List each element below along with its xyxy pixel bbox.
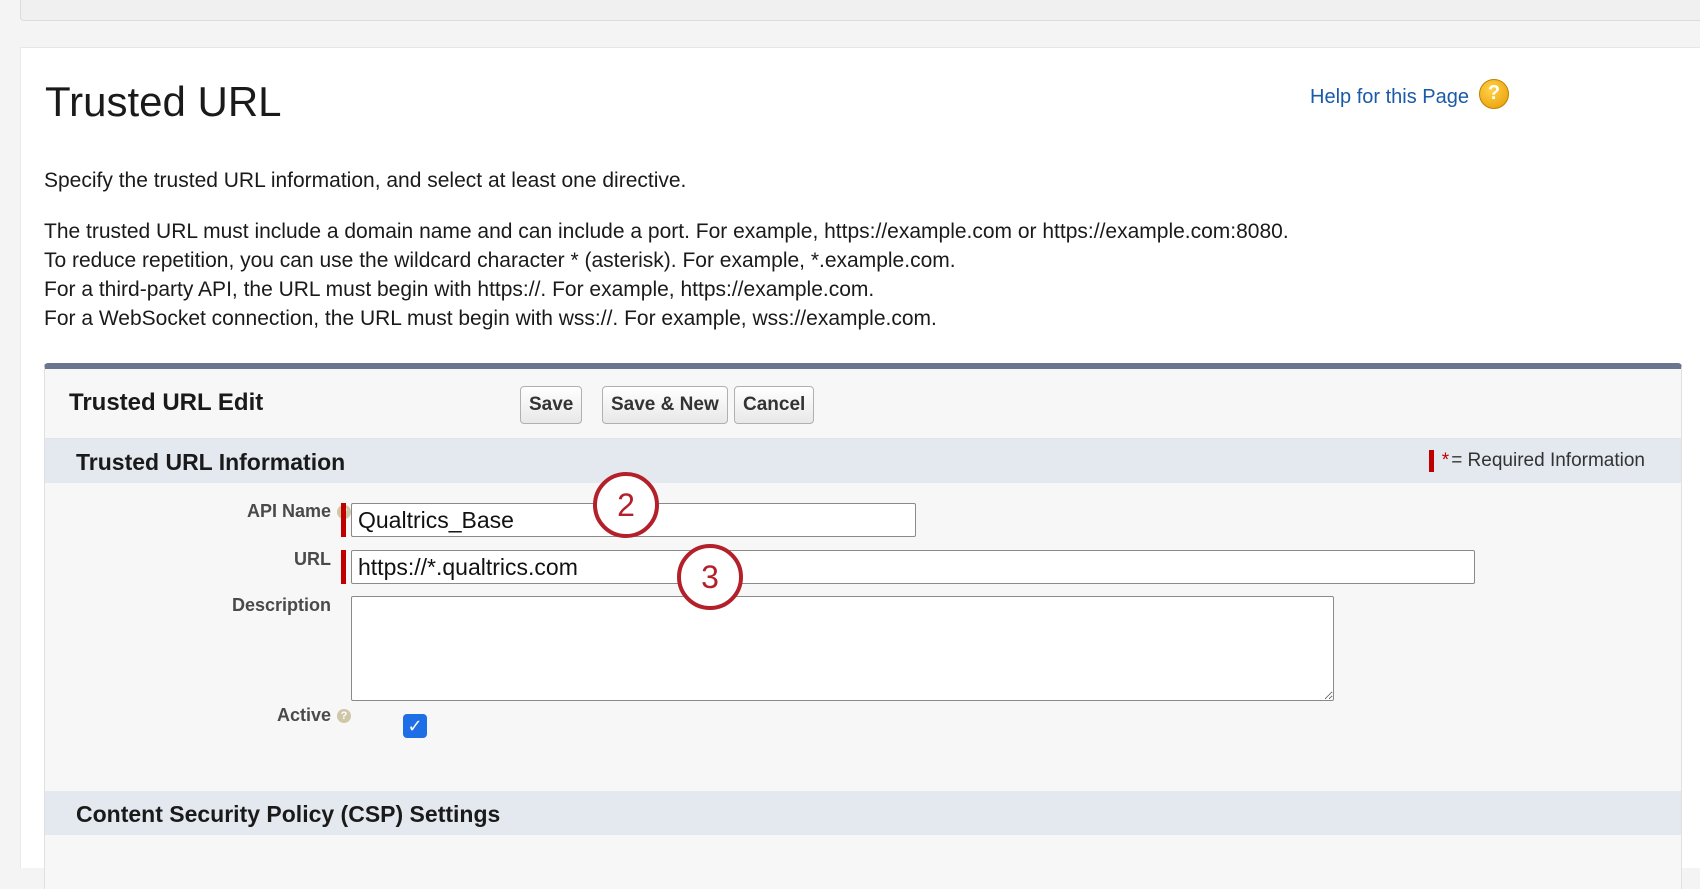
intro-line: For a WebSocket connection, the URL must… bbox=[44, 307, 937, 330]
description-label: Description bbox=[81, 595, 331, 616]
active-label-text: Active bbox=[276, 705, 331, 725]
save-and-new-button[interactable]: Save & New bbox=[602, 386, 728, 424]
cancel-button[interactable]: Cancel bbox=[734, 386, 815, 424]
top-bar bbox=[20, 0, 1700, 21]
url-label-text: URL bbox=[294, 549, 331, 569]
panel-header: Trusted URL Edit Save Save & New Cancel bbox=[45, 369, 1681, 439]
active-label: Active ? bbox=[151, 705, 351, 726]
required-marker bbox=[341, 550, 346, 584]
section-header-csp: Content Security Policy (CSP) Settings bbox=[45, 791, 1681, 835]
help-for-page-link[interactable]: Help for this Page ? bbox=[1310, 78, 1509, 109]
page-container: Trusted URL Help for this Page ? Specify… bbox=[20, 47, 1700, 889]
trusted-url-edit-panel: Trusted URL Edit Save Save & New Cancel … bbox=[44, 363, 1682, 889]
step-callout-2: 2 bbox=[593, 472, 659, 538]
description-textarea[interactable] bbox=[351, 596, 1334, 701]
description-label-text: Description bbox=[231, 595, 331, 615]
intro-line: The trusted URL must include a domain na… bbox=[44, 220, 1289, 243]
section-header-information: Trusted URL Information * = Required Inf… bbox=[45, 439, 1681, 483]
intro-line: To reduce repetition, you can use the wi… bbox=[44, 249, 956, 272]
intro-text: Specify the trusted URL information, and… bbox=[44, 166, 1289, 333]
section-title: Content Security Policy (CSP) Settings bbox=[76, 801, 501, 827]
required-marker bbox=[1428, 450, 1434, 472]
section-title: Trusted URL Information bbox=[76, 449, 346, 475]
help-question-icon[interactable]: ? bbox=[1479, 78, 1509, 109]
intro-line: Specify the trusted URL information, and… bbox=[44, 169, 687, 192]
required-information-legend: * = Required Information bbox=[1428, 450, 1645, 472]
panel-title: Trusted URL Edit bbox=[69, 389, 264, 416]
step-callout-3: 3 bbox=[677, 544, 743, 610]
active-checkbox[interactable]: ✓ bbox=[403, 714, 427, 738]
required-marker bbox=[341, 503, 346, 537]
info-icon[interactable]: ? bbox=[337, 708, 351, 723]
api-name-label: API Name ? bbox=[101, 501, 351, 522]
help-link-label: Help for this Page bbox=[1310, 86, 1469, 108]
url-label: URL bbox=[131, 549, 331, 570]
form-area: API Name ? URL Description Active ? ✓ bbox=[45, 483, 1681, 791]
intro-line: For a third-party API, the URL must begi… bbox=[44, 278, 875, 301]
required-star: * bbox=[1441, 450, 1450, 471]
save-button[interactable]: Save bbox=[520, 386, 583, 424]
page-title: Trusted URL bbox=[45, 78, 282, 125]
required-legend-text: = Required Information bbox=[1451, 450, 1645, 471]
url-input[interactable] bbox=[351, 550, 1475, 584]
api-name-label-text: API Name bbox=[246, 501, 331, 521]
